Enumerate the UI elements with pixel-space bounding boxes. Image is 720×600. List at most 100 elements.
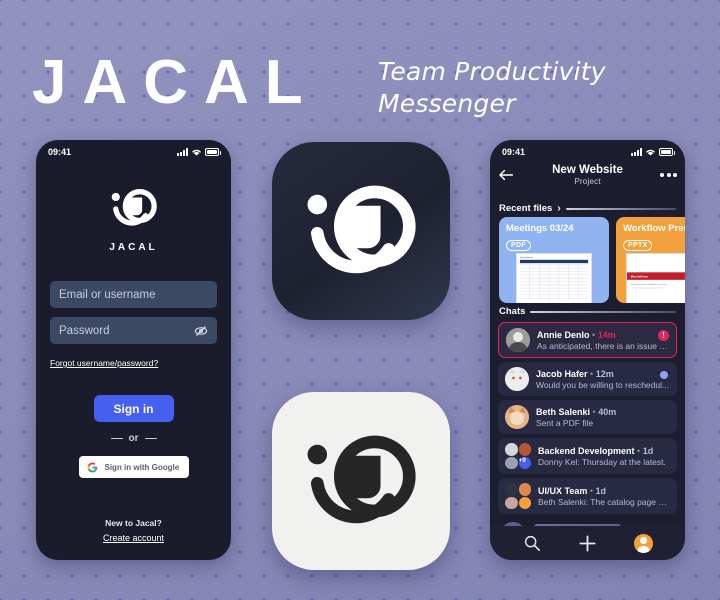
file-name: Workflow Presentation bbox=[623, 223, 685, 234]
chats-list: Annie Denlo • 14m As anticipated, there … bbox=[490, 322, 685, 514]
tagline-line-1: Team Productivity bbox=[378, 57, 606, 86]
page-header: JACAL Team Productivity Messenger bbox=[0, 0, 720, 140]
create-account-link[interactable]: Create account bbox=[103, 533, 164, 543]
battery-icon bbox=[205, 148, 221, 156]
chat-time: 40m bbox=[598, 406, 617, 417]
sign-in-with-google-button[interactable]: Sign in with Google bbox=[78, 456, 189, 478]
group-avatar-member bbox=[518, 483, 531, 496]
jacal-logo-icon bbox=[111, 189, 157, 226]
list-item[interactable]: +9 Backend Development • 1d Donny Kel: T… bbox=[498, 438, 677, 474]
email-field-placeholder: Email or username bbox=[59, 288, 156, 301]
jacal-logo-icon bbox=[307, 435, 416, 524]
chat-name: Annie Denlo bbox=[537, 329, 590, 340]
tab-profile[interactable] bbox=[633, 533, 653, 553]
status-time: 09:41 bbox=[48, 147, 72, 157]
recent-files-row: Meetings 03/24 PDF Spreadsheet Workflow … bbox=[490, 217, 685, 303]
svg-text:secondary descriptive line: secondary descriptive line bbox=[631, 287, 665, 289]
google-g-icon bbox=[86, 461, 97, 473]
chat-preview: As anticipated, there is an issue w... bbox=[537, 340, 669, 351]
google-button-label: Sign in with Google bbox=[104, 462, 180, 472]
group-avatar-member bbox=[518, 496, 531, 509]
divider-dash-right bbox=[144, 437, 157, 440]
avatar bbox=[505, 367, 529, 391]
signup-question: New to Jacal? bbox=[105, 518, 162, 528]
group-avatar-overflow: +9 bbox=[518, 456, 531, 469]
list-item-text: Beth Salenki • 40m Sent a PDF file bbox=[536, 407, 670, 428]
chat-preview: Sent a PDF file bbox=[536, 417, 594, 428]
divider-label: or bbox=[128, 433, 139, 444]
list-item[interactable]: UI/UX Team • 1d Beth Salenki: The catalo… bbox=[498, 478, 677, 514]
avatar-icon bbox=[633, 533, 653, 553]
password-field-placeholder: Password bbox=[59, 324, 110, 337]
chat-preview: Donny Kel: Thursday at the latest. bbox=[538, 456, 666, 467]
chat-preview: Would you be willing to reschedul... bbox=[536, 379, 670, 390]
brand-wordmark: JACAL bbox=[32, 48, 319, 117]
chat-status-bar: 09:41 bbox=[490, 140, 685, 160]
light-app-icon-tile bbox=[272, 392, 450, 570]
tab-search[interactable] bbox=[523, 534, 541, 552]
forgot-password-link[interactable]: Forgot username/password? bbox=[50, 358, 158, 368]
brand-tagline: Team Productivity Messenger bbox=[378, 56, 606, 120]
chat-name-row: UI/UX Team • 1d bbox=[538, 486, 670, 496]
group-avatar-member bbox=[505, 443, 518, 456]
signal-bars-icon bbox=[177, 148, 188, 156]
status-icons bbox=[631, 148, 675, 157]
signup-prompt: New to Jacal? Create account bbox=[50, 518, 217, 546]
file-name: Meetings 03/24 bbox=[506, 223, 574, 234]
status-badge: ! bbox=[658, 330, 669, 341]
list-item[interactable]: Jacob Hafer • 12m Would you be willing t… bbox=[498, 362, 677, 396]
battery-icon bbox=[659, 148, 675, 156]
recent-files-header[interactable]: Recent files › bbox=[490, 200, 685, 217]
group-avatar: +9 bbox=[505, 443, 531, 469]
chat-time: 1d bbox=[595, 485, 607, 496]
sign-in-button[interactable]: Sign in bbox=[93, 395, 174, 422]
chats-label: Chats bbox=[499, 306, 526, 317]
list-item[interactable]: Beth Salenki • 40m Sent a PDF file bbox=[498, 400, 677, 434]
login-logo-block: JACAL bbox=[36, 184, 231, 253]
status-time: 09:41 bbox=[502, 147, 526, 157]
login-logo-label: JACAL bbox=[109, 242, 158, 253]
svg-text:Presentation subtitle text lin: Presentation subtitle text line bbox=[631, 283, 668, 285]
more-options-icon[interactable] bbox=[660, 173, 677, 177]
group-avatar bbox=[505, 483, 531, 509]
recent-files-label: Recent files bbox=[499, 203, 553, 214]
group-avatar-member bbox=[505, 456, 518, 469]
chat-name-row: Beth Salenki • 40m bbox=[536, 407, 670, 417]
unread-indicator bbox=[660, 371, 668, 379]
email-field[interactable]: Email or username bbox=[50, 281, 217, 308]
wifi-icon bbox=[192, 149, 201, 156]
back-arrow-icon[interactable] bbox=[498, 168, 514, 182]
dark-app-icon-tile bbox=[272, 142, 450, 320]
wifi-icon bbox=[646, 149, 655, 156]
list-item-text: Backend Development • 1d Donny Kel: Thur… bbox=[538, 446, 670, 467]
chat-time: 12m bbox=[595, 368, 614, 379]
file-card[interactable]: Workflow Presentation PPTX Workflow Pres… bbox=[616, 217, 685, 303]
group-avatar-member bbox=[505, 483, 518, 496]
list-item[interactable]: Annie Denlo • 14m As anticipated, there … bbox=[498, 322, 677, 358]
password-field[interactable]: Password bbox=[50, 317, 217, 344]
tab-new-message[interactable] bbox=[578, 534, 597, 553]
page-title: New Website bbox=[552, 164, 623, 176]
chat-screen-mockup: 09:41 New Website Project Recent files ›… bbox=[490, 140, 685, 560]
avatar bbox=[506, 328, 530, 352]
file-type-badge: PDF bbox=[506, 240, 531, 251]
group-avatar-member bbox=[518, 443, 531, 456]
eye-off-icon[interactable] bbox=[194, 324, 208, 338]
list-item-text: Jacob Hafer • 12m Would you be willing t… bbox=[536, 369, 670, 390]
file-card[interactable]: Meetings 03/24 PDF Spreadsheet bbox=[499, 217, 609, 303]
chat-name: Jacob Hafer bbox=[536, 368, 588, 379]
group-avatar-member bbox=[505, 496, 518, 509]
avatar bbox=[505, 405, 529, 429]
list-item-text: UI/UX Team • 1d Beth Salenki: The catalo… bbox=[538, 486, 670, 507]
svg-text:Spreadsheet: Spreadsheet bbox=[520, 256, 534, 259]
header-rule bbox=[530, 310, 676, 313]
divider-dash-left bbox=[110, 437, 123, 440]
chat-name-row: Annie Denlo • 14m bbox=[537, 330, 669, 340]
login-form: Email or username Password Forgot userna… bbox=[36, 281, 231, 546]
tagline-line-2: Messenger bbox=[378, 89, 516, 118]
chat-name: Beth Salenki bbox=[536, 406, 591, 417]
divider-or: or bbox=[50, 433, 217, 444]
chat-time: 1d bbox=[642, 445, 654, 456]
file-type-badge: PPTX bbox=[623, 240, 653, 251]
status-icons bbox=[177, 148, 221, 157]
